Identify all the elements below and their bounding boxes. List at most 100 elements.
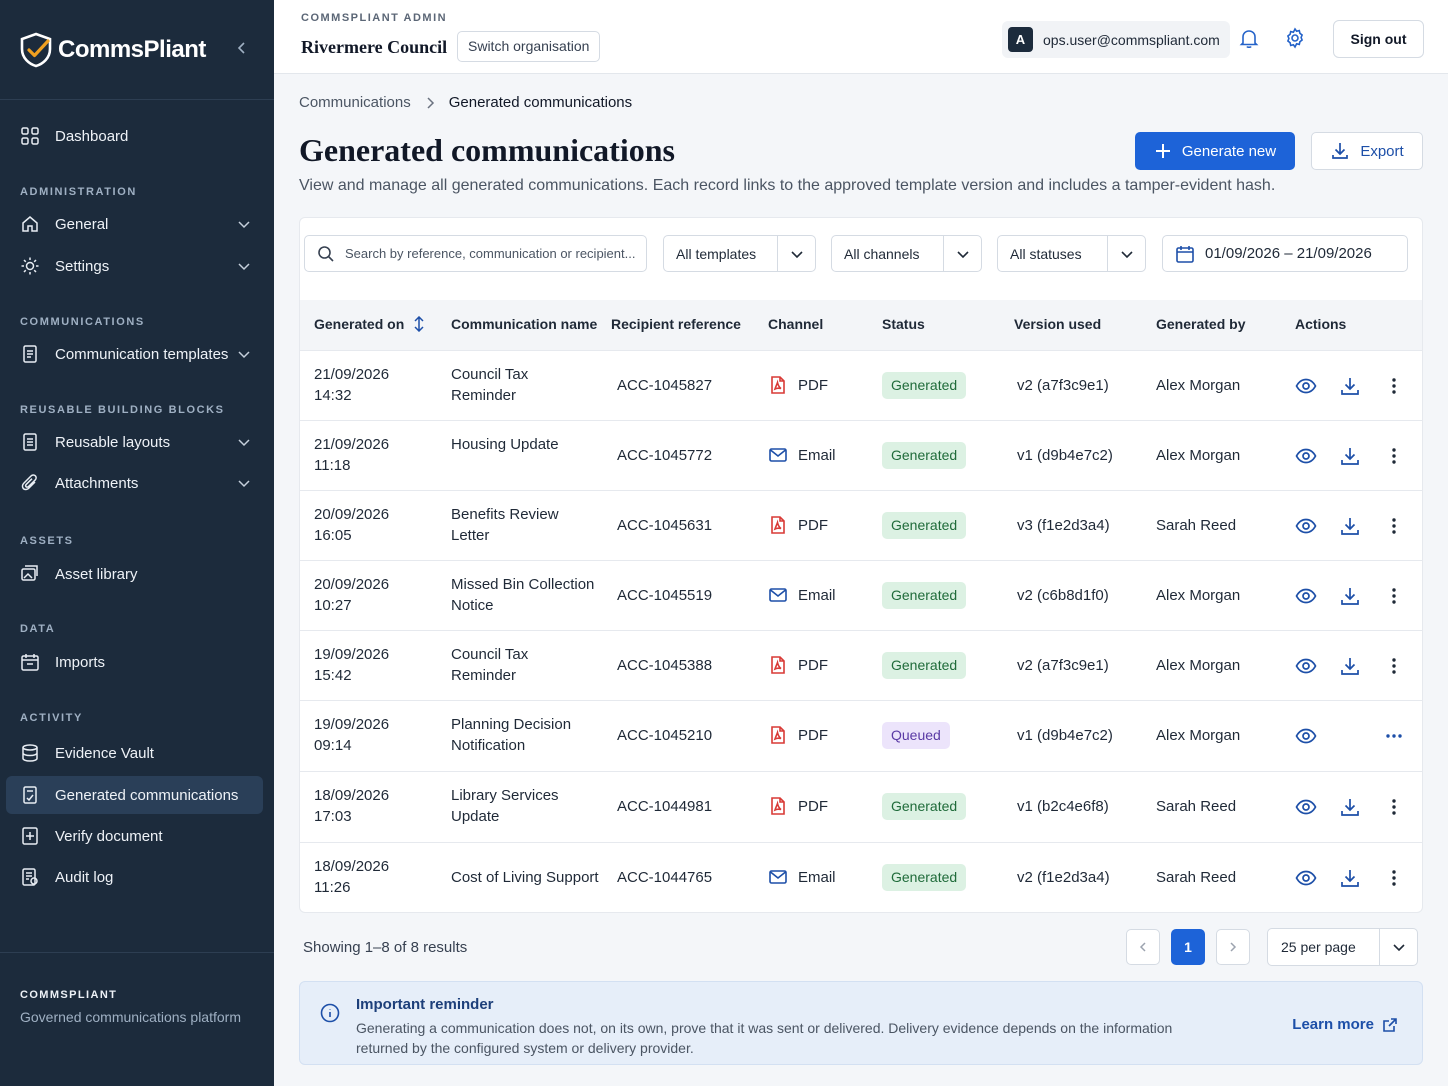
generated-time: 16:05 (314, 527, 352, 544)
chevron-down-icon (1107, 236, 1145, 271)
more-vertical-icon[interactable] (1383, 445, 1405, 467)
user-menu[interactable]: A ops.user@commspliant.com (1002, 21, 1230, 58)
bell-icon[interactable] (1238, 27, 1260, 49)
sidebar-item-asset-library[interactable]: Asset library (6, 555, 263, 593)
verify-plus-icon (20, 826, 40, 846)
channels-filter[interactable]: All channels (831, 235, 982, 272)
prev-page-button[interactable] (1126, 929, 1160, 965)
communication-name-line1: Missed Bin Collection (451, 576, 595, 593)
view-eye-icon[interactable] (1295, 445, 1317, 467)
sidebar-item-generated[interactable]: Generated communications (6, 776, 263, 814)
generate-new-button[interactable]: Generate new (1135, 132, 1295, 170)
table-row[interactable]: 18/09/2026 17:03 Library Services Update ACC… (300, 771, 1422, 842)
table-row[interactable]: 20/09/2026 10:27 Missed Bin Collection Noti… (300, 560, 1422, 631)
sidebar-item-attachments[interactable]: Attachments (6, 464, 263, 502)
generated-date: 19/09/2026 (314, 646, 390, 663)
download-icon[interactable] (1339, 375, 1361, 397)
more-vertical-icon[interactable] (1383, 796, 1405, 818)
reminder-text: Generating a communication does not, on … (356, 1020, 1173, 1056)
download-icon[interactable] (1339, 867, 1361, 889)
sidebar-item-layouts[interactable]: Reusable layouts (6, 423, 263, 461)
more-vertical-icon[interactable] (1383, 867, 1405, 889)
download-icon[interactable] (1339, 445, 1361, 467)
templates-filter[interactable]: All templates (663, 235, 816, 272)
search-input[interactable] (345, 246, 640, 261)
download-icon[interactable] (1339, 585, 1361, 607)
version-used[interactable]: v2 (f1e2d3a4) (1017, 867, 1110, 888)
learn-more-link[interactable]: Learn more (1292, 1016, 1398, 1033)
download-icon[interactable] (1339, 796, 1361, 818)
generated-time: 17:03 (314, 808, 352, 825)
sun-settings-icon (20, 256, 40, 276)
view-eye-icon[interactable] (1295, 796, 1317, 818)
view-eye-icon[interactable] (1295, 655, 1317, 677)
sidebar-item-general[interactable]: General (6, 205, 263, 243)
communication-name-line2: Notification (451, 737, 526, 754)
more-vertical-icon[interactable] (1383, 585, 1405, 607)
gear-icon[interactable] (1284, 27, 1306, 49)
version-used[interactable]: v1 (d9b4e7c2) (1017, 445, 1113, 466)
user-email: ops.user@commspliant.com (1043, 31, 1220, 48)
switch-organisation-button[interactable]: Switch organisation (457, 31, 601, 62)
sidebar-item-evidence-vault[interactable]: Evidence Vault (6, 734, 263, 772)
view-eye-icon[interactable] (1295, 585, 1317, 607)
sidebar-item-templates[interactable]: Communication templates (6, 335, 263, 373)
sign-out-button[interactable]: Sign out (1333, 20, 1424, 58)
col-generated-on-label: Generated on (314, 316, 405, 332)
channel-cell: PDF (768, 796, 828, 816)
export-button[interactable]: Export (1311, 132, 1423, 170)
more-vertical-icon[interactable] (1383, 375, 1405, 397)
channel-cell: Email (768, 867, 836, 887)
page-1-button[interactable]: 1 (1171, 929, 1205, 965)
sidebar-item-verify[interactable]: Verify document (6, 817, 263, 855)
view-eye-icon[interactable] (1295, 515, 1317, 537)
version-used[interactable]: v2 (c6b8d1f0) (1017, 585, 1109, 606)
table-row[interactable]: 19/09/2026 15:42 Council Tax Reminder ACC-10… (300, 630, 1422, 701)
sidebar-item-label: Settings (55, 257, 110, 275)
download-icon[interactable] (1339, 655, 1361, 677)
download-icon[interactable] (1339, 515, 1361, 537)
version-used[interactable]: v1 (d9b4e7c2) (1017, 725, 1113, 746)
more-vertical-icon[interactable] (1383, 655, 1405, 677)
brand: CommsPliant (0, 0, 274, 100)
communication-name-cell: Library Services Update (451, 785, 559, 827)
communication-name-line2: Notice (451, 597, 494, 614)
chevron-down-icon (238, 263, 250, 271)
per-page-select[interactable]: 25 per page (1267, 928, 1418, 966)
more-vertical-icon[interactable] (1383, 515, 1405, 537)
statuses-filter[interactable]: All statuses (997, 235, 1146, 272)
search-box[interactable] (304, 235, 647, 272)
learn-more-label: Learn more (1292, 1016, 1374, 1033)
table-row[interactable]: 21/09/2026 14:32 Council Tax Reminder ACC-10… (300, 350, 1422, 421)
version-used[interactable]: v2 (a7f3c9e1) (1017, 375, 1109, 396)
table-row[interactable]: 21/09/2026 11:18 Housing Update ACC-1045772… (300, 420, 1422, 491)
view-eye-icon[interactable] (1295, 375, 1317, 397)
pdf-file-icon (768, 655, 798, 675)
version-used[interactable]: v1 (b2c4e6f8) (1017, 796, 1109, 817)
channel-label: PDF (798, 797, 828, 815)
audit-log-icon (20, 867, 40, 887)
view-eye-icon[interactable] (1295, 725, 1317, 747)
collapse-sidebar-icon[interactable] (232, 38, 252, 58)
sidebar-item-audit[interactable]: Audit log (6, 858, 263, 896)
chevron-down-icon (238, 221, 250, 229)
generated-doc-icon (20, 785, 40, 805)
more-horizontal-icon[interactable] (1383, 725, 1405, 747)
version-used[interactable]: v3 (f1e2d3a4) (1017, 515, 1110, 536)
table-row[interactable]: 18/09/2026 11:26 Cost of Living Support ACC… (300, 842, 1422, 913)
sidebar: CommsPliant Dashboard ADMINISTRATION Gen… (0, 0, 274, 1086)
sidebar-item-dashboard[interactable]: Dashboard (6, 117, 263, 155)
calendar-import-icon (20, 652, 40, 672)
table-row[interactable]: 19/09/2026 09:14 Planning Decision Notifica… (300, 700, 1422, 771)
breadcrumb-parent[interactable]: Communications (299, 94, 411, 111)
sidebar-item-imports[interactable]: Imports (6, 643, 263, 681)
date-range-picker[interactable]: 01/09/2026 – 21/09/2026 (1162, 235, 1408, 272)
col-generated-on[interactable]: Generated on (314, 316, 426, 332)
next-page-button[interactable] (1216, 929, 1250, 965)
sidebar-item-settings[interactable]: Settings (6, 247, 263, 285)
version-used[interactable]: v2 (a7f3c9e1) (1017, 655, 1109, 676)
recipient-reference: ACC-1045772 (617, 447, 713, 464)
generated-by: Alex Morgan (1156, 587, 1241, 604)
view-eye-icon[interactable] (1295, 867, 1317, 889)
table-row[interactable]: 20/09/2026 16:05 Benefits Review Letter ACC-… (300, 490, 1422, 561)
